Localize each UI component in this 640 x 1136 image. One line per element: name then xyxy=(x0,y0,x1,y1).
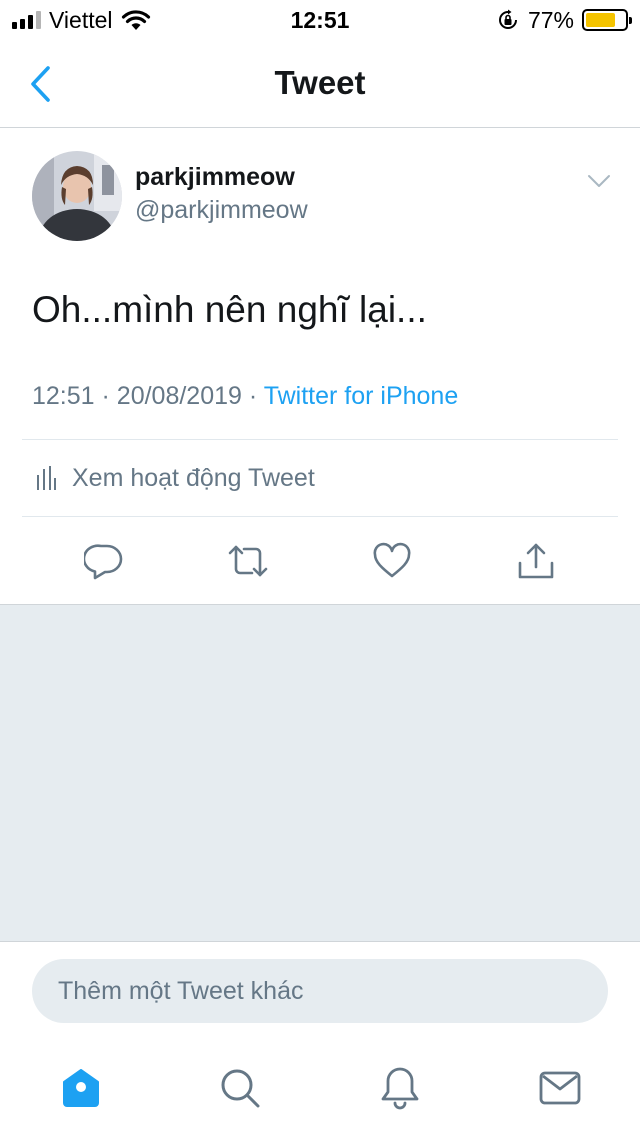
battery-percent: 77% xyxy=(527,6,574,33)
messages-icon xyxy=(539,1071,581,1105)
tab-home[interactable] xyxy=(56,1063,106,1113)
tweet-activity-button[interactable]: Xem hoạt động Tweet xyxy=(22,440,618,516)
analytics-icon xyxy=(37,466,56,490)
tweet-options-button[interactable] xyxy=(582,167,616,195)
battery-fill xyxy=(586,13,616,27)
conversation-area xyxy=(0,604,640,941)
reply-composer: Thêm một Tweet khác xyxy=(0,941,640,1041)
share-icon xyxy=(518,543,554,579)
battery-icon xyxy=(582,9,632,31)
tweet-date: 20/08/2019 xyxy=(116,382,242,410)
display-name[interactable]: parkjimmeow xyxy=(135,163,295,192)
retweet-icon xyxy=(228,545,268,577)
rotation-lock-icon xyxy=(498,9,517,29)
tweet-meta: 12:51 · 20/08/2019 · Twitter for iPhone xyxy=(32,382,458,411)
like-icon xyxy=(373,542,411,578)
status-bar-right: 77% xyxy=(496,6,632,34)
avatar[interactable] xyxy=(32,151,122,241)
tweet-actions xyxy=(0,518,640,604)
like-button[interactable] xyxy=(369,538,415,584)
reply-input[interactable]: Thêm một Tweet khác xyxy=(32,959,608,1023)
reply-icon xyxy=(84,544,123,580)
tweet-detail: parkjimmeow @parkjimmeow Oh...mình nên n… xyxy=(0,129,640,604)
tab-messages[interactable] xyxy=(535,1063,585,1113)
user-handle: @parkjimmeow xyxy=(135,196,308,224)
navigation-bar: Tweet xyxy=(0,40,640,128)
status-bar: Viettel 12:51 77% xyxy=(0,0,640,40)
tweet-text: Oh...mình nên nghĩ lại... xyxy=(32,289,427,330)
tab-search[interactable] xyxy=(215,1063,265,1113)
tweet-activity-label: Xem hoạt động Tweet xyxy=(72,463,315,492)
tab-notifications[interactable] xyxy=(375,1063,425,1113)
chevron-down-icon xyxy=(588,175,610,187)
tweet-time: 12:51 xyxy=(32,382,95,410)
share-button[interactable] xyxy=(513,538,559,584)
notifications-icon xyxy=(381,1067,419,1110)
meta-separator: · xyxy=(101,382,110,410)
reply-button[interactable] xyxy=(81,538,127,584)
search-icon xyxy=(221,1069,260,1108)
page-title: Tweet xyxy=(274,64,366,101)
tab-bar xyxy=(0,1041,640,1136)
home-icon xyxy=(63,1069,99,1107)
avatar-photo xyxy=(32,151,122,241)
meta-separator: · xyxy=(248,382,258,410)
retweet-button[interactable] xyxy=(225,538,271,584)
tweet-source-link[interactable]: Twitter for iPhone xyxy=(264,382,459,410)
divider xyxy=(22,516,618,517)
